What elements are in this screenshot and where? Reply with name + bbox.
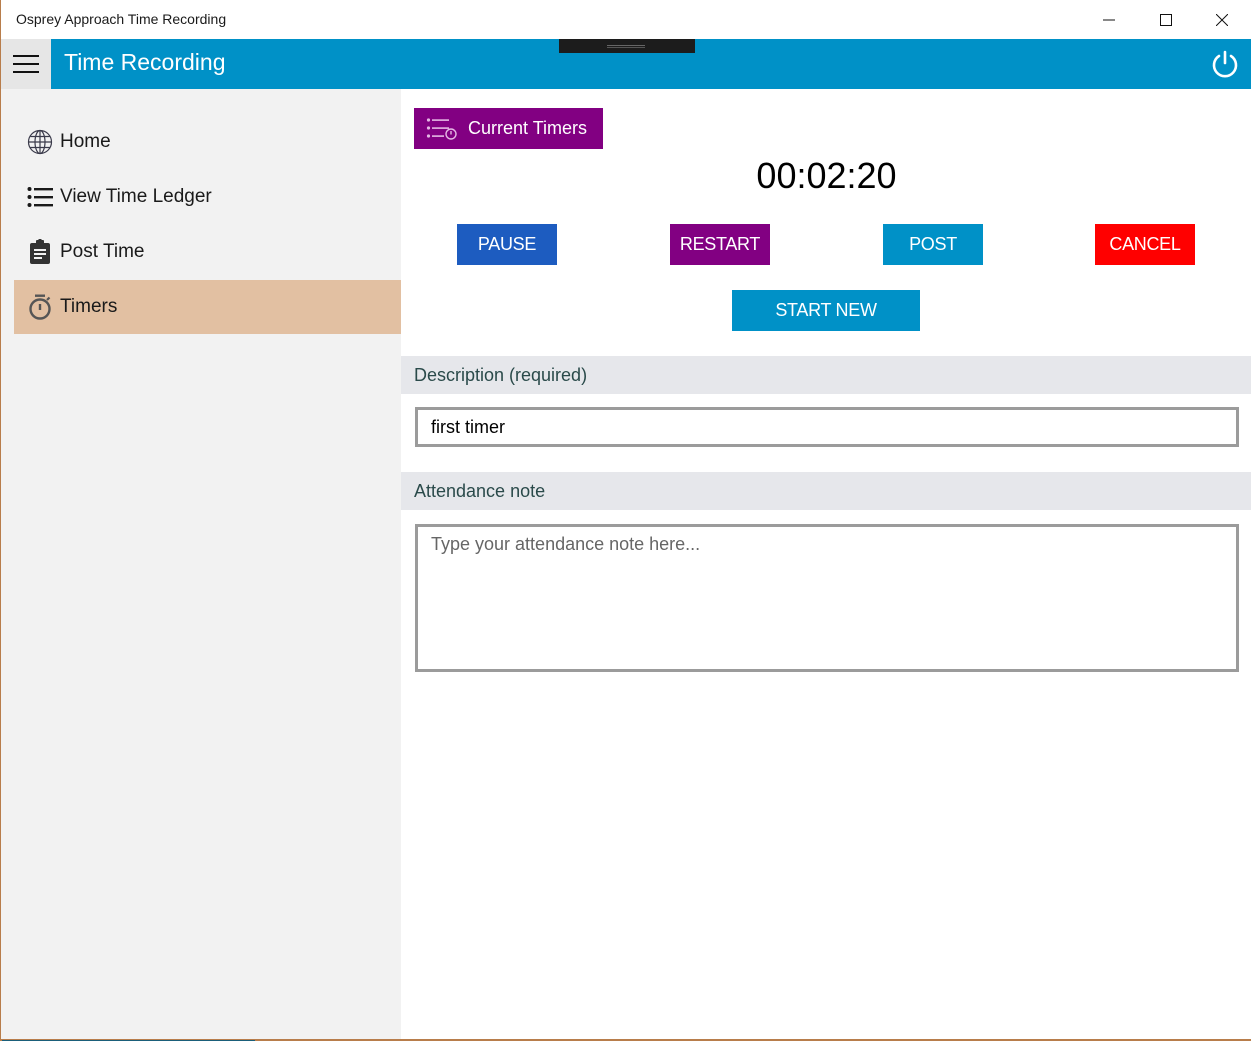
attendance-note-input[interactable] bbox=[415, 524, 1239, 672]
window-title: Osprey Approach Time Recording bbox=[16, 11, 227, 27]
attendance-note-label: Attendance note bbox=[401, 472, 1251, 510]
sidebar-item-label: Home bbox=[60, 131, 111, 152]
power-icon bbox=[1212, 50, 1238, 78]
minimize-button[interactable] bbox=[1086, 0, 1132, 39]
sidebar-item-label: Post Time bbox=[60, 241, 145, 262]
minimize-icon bbox=[1103, 19, 1115, 20]
app-window: Osprey Approach Time Recording Time Reco… bbox=[0, 0, 1251, 1041]
app-header: Time Recording bbox=[1, 39, 1251, 89]
sidebar-item-label: Timers bbox=[60, 296, 118, 317]
description-label: Description (required) bbox=[401, 356, 1251, 394]
cancel-button[interactable]: CANCEL bbox=[1095, 224, 1195, 265]
hamburger-icon bbox=[13, 55, 39, 73]
sidebar-item-view-time-ledger[interactable]: View Time Ledger bbox=[14, 170, 401, 224]
maximize-button[interactable] bbox=[1143, 0, 1189, 39]
sidebar-item-post-time[interactable]: Post Time bbox=[14, 225, 401, 279]
stopwatch-icon bbox=[26, 293, 54, 321]
close-icon bbox=[1216, 13, 1228, 26]
sidebar-item-timers[interactable]: Timers bbox=[14, 280, 401, 334]
clipboard-icon bbox=[26, 238, 54, 266]
title-bar: Osprey Approach Time Recording bbox=[1, 0, 1251, 39]
timers-panel: Current Timers 00:02:20 PAUSE RESTART PO… bbox=[401, 89, 1251, 1039]
timer-list-icon bbox=[426, 117, 457, 140]
sidebar-item-label: View Time Ledger bbox=[60, 186, 212, 207]
pause-button[interactable]: PAUSE bbox=[457, 224, 557, 265]
current-timers-label: Current Timers bbox=[468, 118, 588, 138]
page-title: Time Recording bbox=[64, 49, 226, 75]
drag-handle[interactable] bbox=[559, 39, 695, 53]
current-timers-button[interactable]: Current Timers bbox=[414, 108, 603, 149]
globe-icon bbox=[26, 128, 54, 156]
start-new-button[interactable]: START NEW bbox=[732, 290, 920, 331]
list-icon bbox=[26, 183, 54, 211]
description-input[interactable] bbox=[415, 407, 1239, 447]
restart-button[interactable]: RESTART bbox=[670, 224, 770, 265]
maximize-icon bbox=[1160, 13, 1172, 26]
post-button[interactable]: POST bbox=[883, 224, 983, 265]
grip-icon bbox=[607, 45, 645, 48]
sidebar-nav: Home View Time Ledger Post Time Timers bbox=[1, 89, 401, 1039]
sign-out-button[interactable] bbox=[1209, 48, 1241, 80]
timer-display: 00:02:20 bbox=[756, 155, 897, 196]
menu-toggle-button[interactable] bbox=[1, 39, 51, 89]
close-button[interactable] bbox=[1199, 0, 1245, 39]
sidebar-item-home[interactable]: Home bbox=[14, 115, 401, 169]
